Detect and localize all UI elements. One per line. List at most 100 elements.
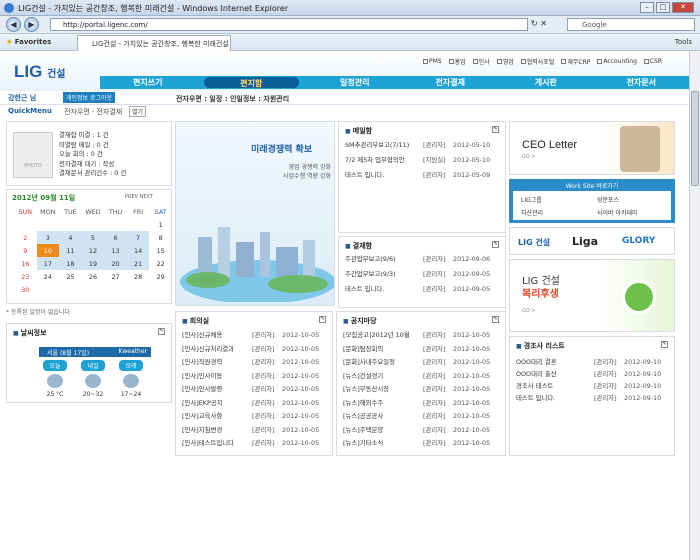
row-title[interactable]: [문화]팀장회의 <box>343 344 423 353</box>
weather-more-icon[interactable]: ✎ <box>158 328 165 335</box>
row-title[interactable]: [인사]지침변경 <box>182 425 252 434</box>
row-title[interactable]: 7/2 제5차 업무협의안 <box>345 155 423 164</box>
close-button[interactable]: ✕ <box>672 2 694 13</box>
row-title[interactable]: [인사]테스트입니다 <box>182 438 252 447</box>
row-title[interactable]: [인사]EKP공지 <box>182 398 252 407</box>
calendar-day[interactable]: 18 <box>59 257 82 270</box>
ceo-go[interactable]: GO > <box>522 154 536 160</box>
calendar-day[interactable]: 5 <box>81 231 105 244</box>
row-title[interactable]: 주관업무보고(9/6) <box>345 254 423 263</box>
list-row[interactable]: [뉴스]기타소식 [관리자] 2012-10-05 <box>343 438 490 447</box>
calendar-day[interactable]: 30 <box>14 283 37 296</box>
calendar-day[interactable]: 20 <box>104 257 127 270</box>
brand-lig[interactable]: LIG 건설 <box>518 237 550 248</box>
brand-liga[interactable]: Liga <box>572 235 598 248</box>
calendar-day[interactable]: 11 <box>59 244 82 257</box>
list-row[interactable]: 경조사 테스트 [관리자] 2012-09-10 <box>516 381 661 390</box>
quickmenu-button[interactable]: 열기 <box>129 106 147 117</box>
calendar-day[interactable]: 27 <box>104 270 127 283</box>
menu-item[interactable]: 게시판 <box>498 76 594 89</box>
worksite-link-3[interactable]: 자산관리 <box>521 208 543 217</box>
tools-menu[interactable]: Tools <box>675 38 692 46</box>
list-row[interactable]: [인사]테스트입니다 [관리자] 2012-10-05 <box>182 438 319 447</box>
row-title[interactable]: 주간업무보고(9/3) <box>345 269 423 278</box>
calendar-day[interactable]: 16 <box>14 257 37 270</box>
row-title[interactable]: [뉴스]기타소식 <box>343 438 423 447</box>
calendar-day[interactable]: 2 <box>14 231 37 244</box>
list-row[interactable]: [인사]인사이동 [관리자] 2012-10-05 <box>182 371 319 380</box>
refresh-stop-icons[interactable]: ↻ ✕ <box>531 19 547 28</box>
ceo-letter-banner[interactable]: CEO Letter GO > <box>509 121 675 175</box>
lig-logo[interactable]: LIG 건설 <box>14 62 65 82</box>
calendar-nav[interactable]: PREV NEXT <box>125 194 153 200</box>
calendar-day[interactable]: 23 <box>14 270 37 283</box>
row-title[interactable]: 테스트 입니다. <box>345 170 423 179</box>
calendar-day[interactable]: 29 <box>149 270 172 283</box>
row-title[interactable]: [뉴스]공공공사 <box>343 411 423 420</box>
list-row[interactable]: 7/2 제5차 업무협의안 [지원실] 2012-05-10 <box>345 155 490 164</box>
quickmenu-path[interactable]: 전자우편 · 전자결재 <box>64 107 122 117</box>
list-row[interactable]: 테스트 입니다. [관리자] 2012-05-09 <box>345 170 490 179</box>
row-title[interactable]: SM추관리무보고(7/11) <box>345 140 423 149</box>
calendar-day[interactable]: 26 <box>82 270 105 283</box>
notice-more-icon[interactable]: ✎ <box>492 316 499 323</box>
row-title[interactable]: OOO대리 출산 <box>516 369 594 378</box>
row-title[interactable]: 경조사 테스트 <box>516 381 594 390</box>
worksite-link-4[interactable]: 사이버 아카데미 <box>597 208 638 217</box>
list-row[interactable]: [뉴스]주택분양 [관리자] 2012-10-05 <box>343 425 490 434</box>
list-row[interactable]: [문화]팀장회의 [관리자] 2012-10-05 <box>343 344 490 353</box>
list-row[interactable]: 테스트 입니다. [관리자] 2012-09-10 <box>516 393 661 402</box>
approval-more-icon[interactable]: ✎ <box>492 241 499 248</box>
list-row[interactable]: 테스트 입니다. [관리자] 2012-09-05 <box>345 284 490 293</box>
list-row[interactable]: OOO대리 결혼 [관리자] 2012-09-10 <box>516 357 661 366</box>
menu-item[interactable]: 전자문서 <box>594 76 690 89</box>
list-row[interactable]: [인사]직원경력 [관리자] 2012-10-05 <box>182 357 319 366</box>
favorites-button[interactable]: ★ Favorites <box>6 38 51 46</box>
top-link[interactable]: 협력사포털 <box>520 57 554 66</box>
list-row[interactable]: [인사]지침변경 [관리자] 2012-10-05 <box>182 425 319 434</box>
row-title[interactable]: [인사]인사이동 <box>182 371 252 380</box>
row-title[interactable]: [뉴스]건설경기 <box>343 371 423 380</box>
row-title[interactable]: [뉴스]주택분양 <box>343 425 423 434</box>
vision-banner[interactable]: 미래경쟁력 확보 영업 경쟁력 강화 사업수행 역량 강화 <box>175 121 335 306</box>
top-link[interactable]: CSR <box>643 57 662 66</box>
scroll-thumb[interactable] <box>691 91 699 186</box>
calendar-day[interactable]: 1 <box>149 218 172 231</box>
browser-tab[interactable]: LIG건설 - 가치있는 공간창조, 행복한 미래건설 <box>77 35 231 51</box>
vertical-scrollbar[interactable] <box>689 51 700 560</box>
minimize-button[interactable]: – <box>640 2 654 13</box>
welfare-banner[interactable]: LIG 건설 복리후생 GO > <box>509 259 675 332</box>
list-row[interactable]: [뉴스]공공공사 [관리자] 2012-10-05 <box>343 411 490 420</box>
row-title[interactable]: [인사]신규채용 <box>182 330 252 339</box>
calendar-day[interactable]: 13 <box>104 244 127 257</box>
top-link[interactable]: Accounting <box>597 57 637 66</box>
events-more-icon[interactable]: ✎ <box>661 341 668 348</box>
list-row[interactable]: [뉴스]부동산시장 [관리자] 2012-10-05 <box>343 384 490 393</box>
row-title[interactable]: [모집공고]2012년 10월 <box>343 330 423 339</box>
url-field[interactable]: http://portal.ligenc.com/ <box>50 18 528 31</box>
brand-glory[interactable]: GLORY <box>622 236 655 246</box>
menu-item[interactable]: 편지쓰기 <box>100 76 196 89</box>
top-link[interactable]: 홍업 <box>448 57 466 66</box>
back-icon[interactable]: ◀ <box>6 17 21 32</box>
top-link[interactable]: PMS <box>423 57 442 66</box>
calendar-day[interactable]: 7 <box>126 231 150 244</box>
calendar-day[interactable]: 3 <box>36 231 60 244</box>
list-row[interactable]: [인사]신규채용 [관리자] 2012-10-05 <box>182 330 319 339</box>
row-title[interactable]: [인사]인사발령 <box>182 384 252 393</box>
calendar-day[interactable]: 24 <box>37 270 60 283</box>
list-row[interactable]: [문화]사내주요일정 [관리자] 2012-10-05 <box>343 357 490 366</box>
row-title[interactable]: [뉴스]해외수주 <box>343 398 423 407</box>
calendar-day[interactable]: 10 <box>36 244 60 257</box>
profile-stat[interactable]: 결재함 미결 : 1 건 <box>59 130 169 140</box>
row-title[interactable]: [문화]사내주요일정 <box>343 357 423 366</box>
calendar-day[interactable]: 19 <box>81 257 105 270</box>
list-row[interactable]: OOO대리 출산 [관리자] 2012-09-10 <box>516 369 661 378</box>
row-title[interactable]: 테스트 입니다. <box>345 284 423 293</box>
calendar-day[interactable]: 22 <box>149 257 172 270</box>
list-row[interactable]: 주관업무보고(9/6) [관리자] 2012-09-06 <box>345 254 490 263</box>
list-row[interactable]: [뉴스]건설경기 [관리자] 2012-10-05 <box>343 371 490 380</box>
profile-stat[interactable]: 결재문서 관리건수 : 0 건 <box>59 168 169 178</box>
menu-item[interactable]: 일정관리 <box>307 76 403 89</box>
calendar-day[interactable]: 15 <box>149 244 172 257</box>
